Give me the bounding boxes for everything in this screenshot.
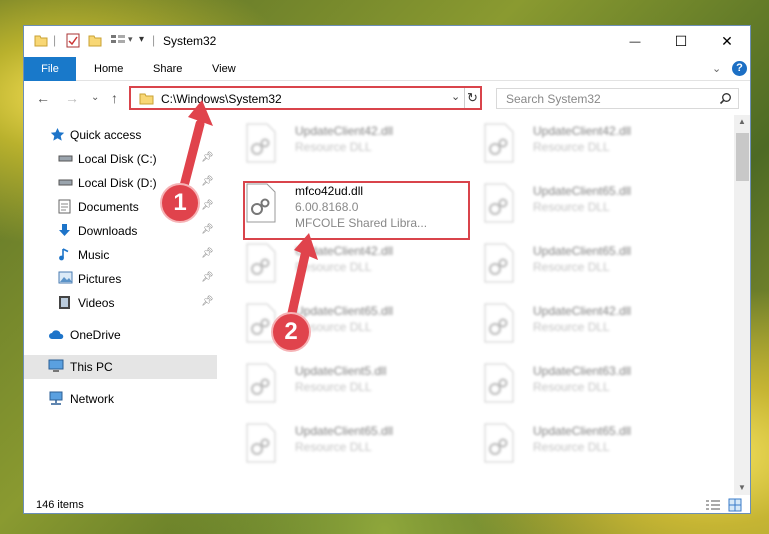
step-marker-1: 1 <box>160 183 200 223</box>
step-marker-2: 2 <box>271 312 311 352</box>
annotation-arrows <box>179 100 318 327</box>
